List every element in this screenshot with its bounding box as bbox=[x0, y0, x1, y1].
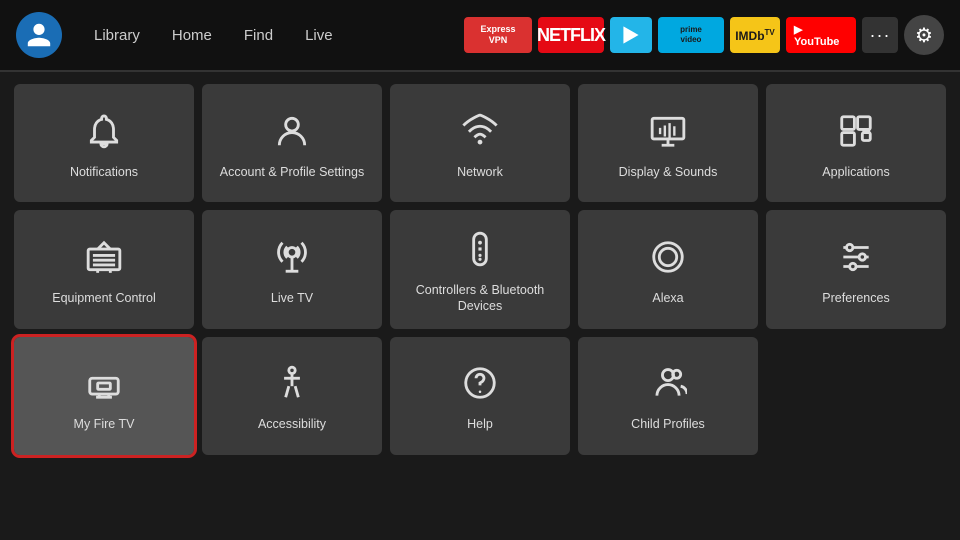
settings-grid: Notifications Account & Profile Settings… bbox=[0, 72, 960, 467]
expressvpn-label: ExpressVPN bbox=[480, 24, 515, 46]
tile-network-label: Network bbox=[457, 164, 503, 180]
app-youtube[interactable]: ▶ YouTube bbox=[786, 17, 856, 53]
tile-equipment-label: Equipment Control bbox=[52, 290, 156, 306]
prime-label: primevideo bbox=[680, 25, 702, 46]
imdb-label: IMDbTV bbox=[735, 28, 775, 43]
tile-applications-label: Applications bbox=[822, 164, 889, 180]
gear-icon: ⚙ bbox=[915, 23, 933, 48]
tile-child-profiles[interactable]: Child Profiles bbox=[578, 337, 758, 455]
app-expressvpn[interactable]: ExpressVPN bbox=[464, 17, 532, 53]
tile-help[interactable]: Help bbox=[390, 337, 570, 455]
child-profiles-icon bbox=[645, 360, 691, 406]
youtube-label: ▶ YouTube bbox=[794, 23, 848, 48]
accessibility-icon bbox=[269, 360, 315, 406]
tile-accessibility-label: Accessibility bbox=[258, 416, 326, 432]
alexa-icon bbox=[645, 234, 691, 280]
nav-links: Library Home Find Live bbox=[80, 21, 347, 50]
app-freevee[interactable] bbox=[610, 17, 652, 53]
tile-accessibility[interactable]: Accessibility bbox=[202, 337, 382, 455]
tile-help-label: Help bbox=[467, 416, 493, 432]
tile-my-fire-tv[interactable]: My Fire TV bbox=[14, 337, 194, 455]
person-icon bbox=[269, 108, 315, 154]
tile-live-tv-label: Live TV bbox=[271, 290, 313, 306]
tv-icon bbox=[81, 234, 127, 280]
nav-apps: ExpressVPN NETFLIX primevideo IMDbTV ▶ Y… bbox=[464, 15, 944, 55]
more-icon: ··· bbox=[870, 25, 891, 46]
nav-find[interactable]: Find bbox=[230, 21, 287, 50]
tile-alexa[interactable]: Alexa bbox=[578, 210, 758, 329]
tile-my-fire-tv-label: My Fire TV bbox=[74, 416, 135, 432]
app-prime[interactable]: primevideo bbox=[658, 17, 724, 53]
nav-home[interactable]: Home bbox=[158, 21, 226, 50]
tile-preferences-label: Preferences bbox=[822, 290, 889, 306]
avatar[interactable] bbox=[16, 12, 62, 58]
nav-live[interactable]: Live bbox=[291, 21, 347, 50]
tile-account-profile[interactable]: Account & Profile Settings bbox=[202, 84, 382, 202]
app-netflix[interactable]: NETFLIX bbox=[538, 17, 604, 53]
navbar: Library Home Find Live ExpressVPN NETFLI… bbox=[0, 0, 960, 70]
nav-more-button[interactable]: ··· bbox=[862, 17, 898, 53]
tile-controllers-label: Controllers & Bluetooth Devices bbox=[398, 282, 562, 315]
firetv-icon bbox=[81, 360, 127, 406]
app-imdb[interactable]: IMDbTV bbox=[730, 17, 780, 53]
tile-account-label: Account & Profile Settings bbox=[220, 164, 365, 180]
tile-live-tv[interactable]: Live TV bbox=[202, 210, 382, 329]
tile-notifications-label: Notifications bbox=[70, 164, 138, 180]
freevee-icon bbox=[618, 21, 644, 49]
tile-alexa-label: Alexa bbox=[652, 290, 683, 306]
tile-equipment-control[interactable]: Equipment Control bbox=[14, 210, 194, 329]
wifi-icon bbox=[457, 108, 503, 154]
sliders-icon bbox=[833, 234, 879, 280]
settings-button[interactable]: ⚙ bbox=[904, 15, 944, 55]
tile-notifications[interactable]: Notifications bbox=[14, 84, 194, 202]
tile-controllers-bluetooth[interactable]: Controllers & Bluetooth Devices bbox=[390, 210, 570, 329]
tile-preferences[interactable]: Preferences bbox=[766, 210, 946, 329]
nav-library[interactable]: Library bbox=[80, 21, 154, 50]
display-icon bbox=[645, 108, 691, 154]
tile-child-profiles-label: Child Profiles bbox=[631, 416, 705, 432]
antenna-icon bbox=[269, 234, 315, 280]
tile-applications[interactable]: Applications bbox=[766, 84, 946, 202]
tile-display-label: Display & Sounds bbox=[619, 164, 718, 180]
tile-network[interactable]: Network bbox=[390, 84, 570, 202]
help-icon bbox=[457, 360, 503, 406]
apps-icon bbox=[833, 108, 879, 154]
netflix-label: NETFLIX bbox=[537, 25, 605, 46]
tile-display-sounds[interactable]: Display & Sounds bbox=[578, 84, 758, 202]
remote-icon bbox=[457, 226, 503, 272]
bell-icon bbox=[81, 108, 127, 154]
